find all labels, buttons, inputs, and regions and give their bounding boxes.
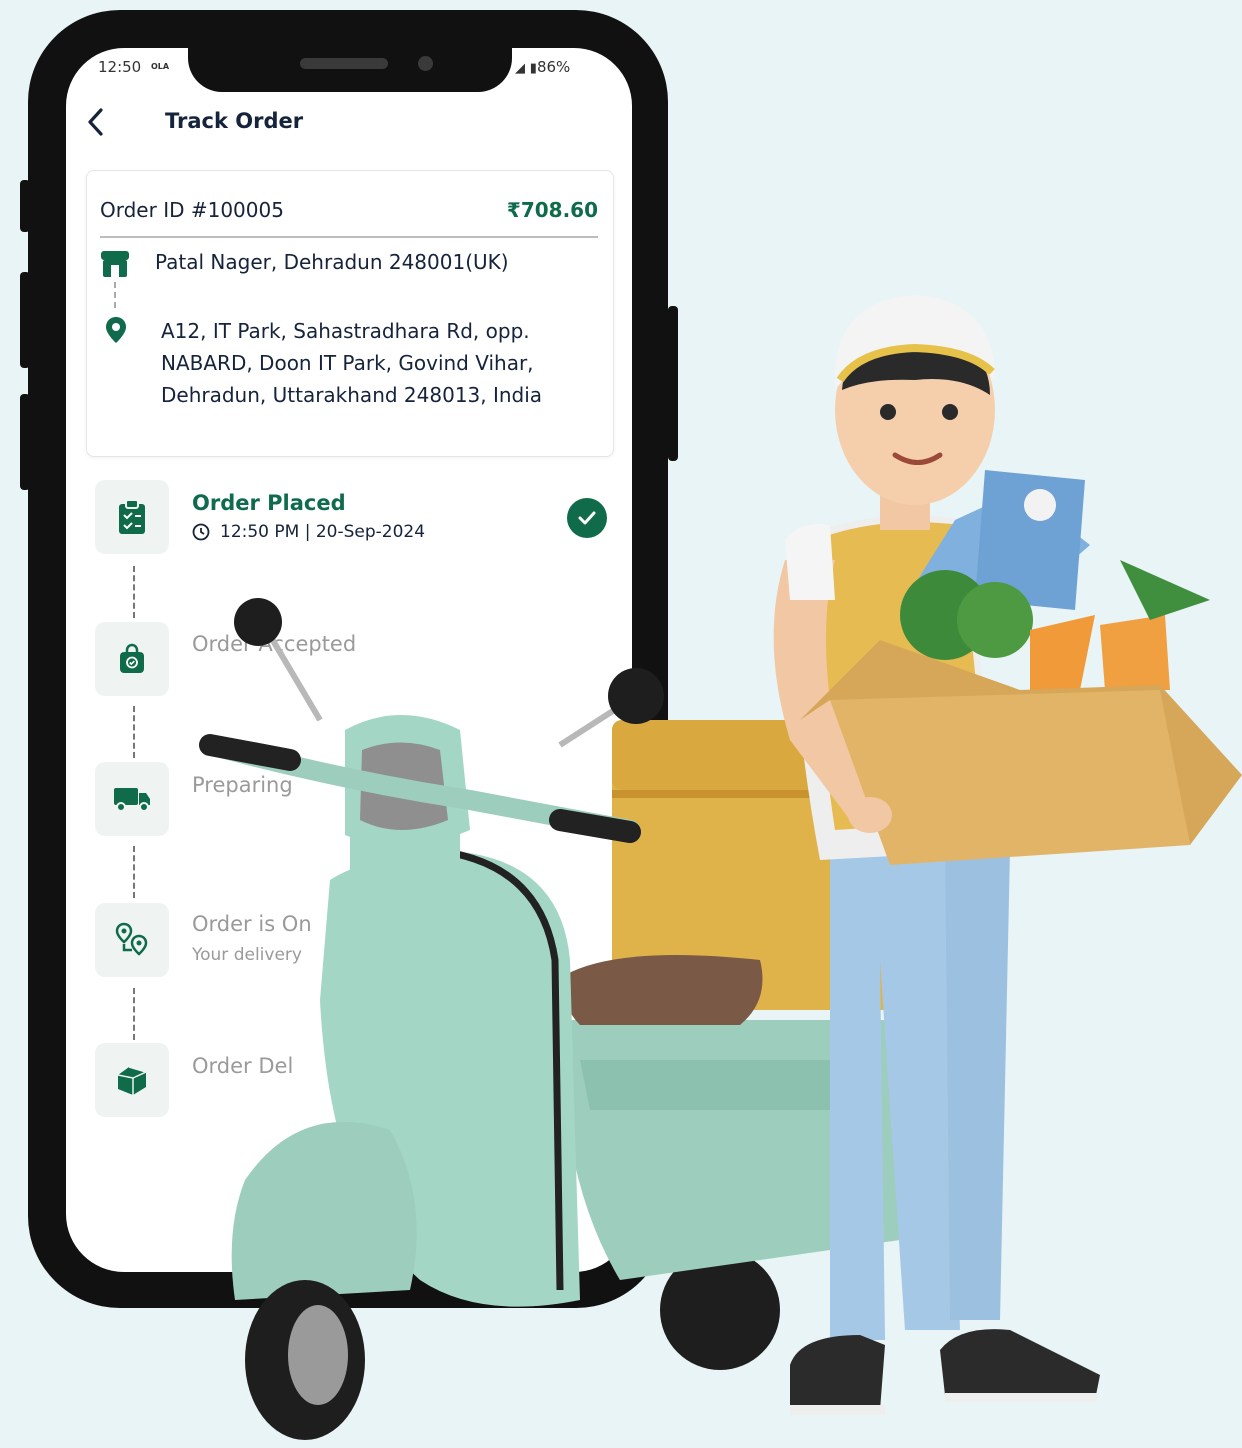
delivery-illustration (199, 295, 1242, 1440)
delivery-man (773, 295, 1242, 1415)
